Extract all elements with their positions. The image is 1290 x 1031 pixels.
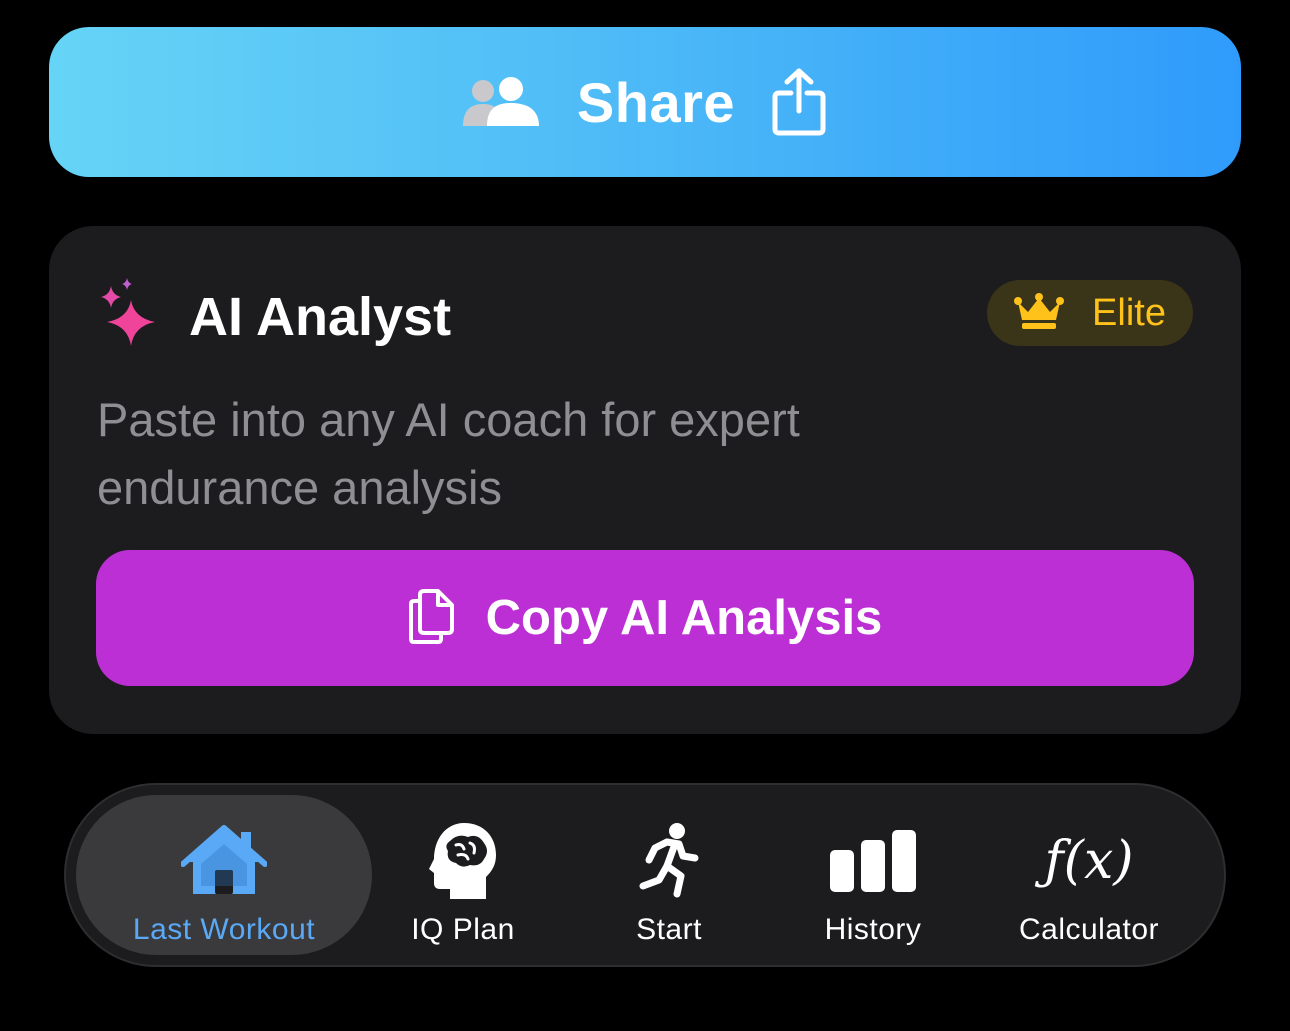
tab-label-start: Start: [636, 913, 702, 946]
tab-label-history: History: [824, 913, 922, 946]
brain-head-icon: [428, 813, 498, 909]
tab-bar: Last Workout IQ Plan Start History ƒ(x) …: [64, 783, 1226, 967]
ai-analyst-header: AI Analyst: [97, 278, 451, 355]
screen: Share AI Analyst Elite Paste into any AI…: [0, 0, 1290, 1031]
share-upload-icon: [771, 67, 827, 137]
copy-documents-icon: [408, 587, 456, 650]
ai-analyst-description: Paste into any AI coach for expert endur…: [97, 393, 800, 514]
tab-history[interactable]: History: [796, 795, 950, 955]
tab-last-workout[interactable]: Last Workout: [76, 795, 372, 955]
ai-analyst-title: AI Analyst: [189, 286, 452, 347]
copy-ai-analysis-label: Copy AI Analysis: [485, 591, 883, 645]
elite-label: Elite: [1092, 291, 1166, 334]
copy-ai-analysis-button[interactable]: Copy AI Analysis: [96, 550, 1194, 686]
tab-calculator[interactable]: ƒ(x) Calculator: [996, 795, 1182, 955]
share-label: Share: [576, 70, 736, 134]
house-icon: [181, 813, 267, 909]
tab-label-last-workout: Last Workout: [132, 913, 316, 946]
runner-icon: [637, 813, 701, 909]
ai-analyst-card: AI Analyst Elite Paste into any AI coach…: [49, 226, 1241, 734]
function-icon: ƒ(x): [1044, 831, 1134, 891]
people-icon: [462, 76, 541, 128]
tab-label-iq-plan: IQ Plan: [411, 913, 515, 946]
tab-start[interactable]: Start: [596, 795, 742, 955]
sparkles-icon: [97, 278, 159, 355]
bar-chart-icon: [828, 813, 918, 909]
elite-badge: Elite: [987, 280, 1193, 346]
share-button[interactable]: Share: [49, 27, 1241, 177]
crown-icon: [1014, 292, 1065, 335]
tab-label-calculator: Calculator: [1018, 913, 1160, 946]
tab-iq-plan[interactable]: IQ Plan: [382, 795, 544, 955]
